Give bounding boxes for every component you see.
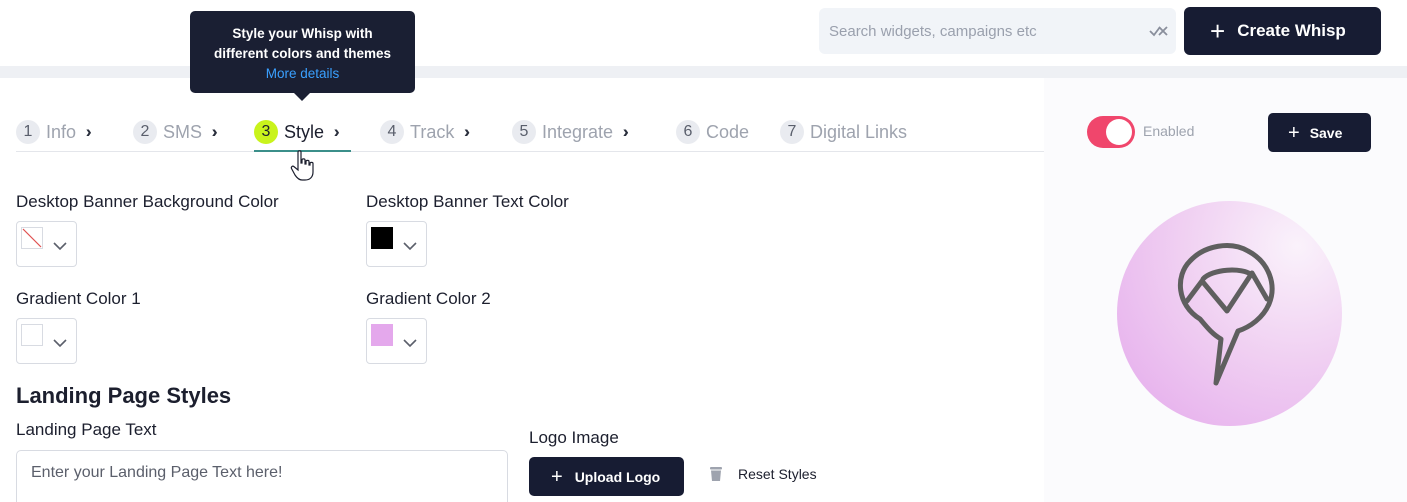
- tab-style[interactable]: 3 Style ››: [254, 118, 340, 146]
- upload-logo-label: Upload Logo: [574, 468, 661, 485]
- step-number: 7: [780, 120, 804, 144]
- tooltip-line-2: different colors and themes: [213, 46, 392, 61]
- gradient-color-1-picker[interactable]: [16, 318, 77, 364]
- search-box: [819, 8, 1176, 54]
- desktop-bg-color-picker[interactable]: [16, 221, 77, 267]
- tab-integrate[interactable]: 5 Integrate ››: [512, 118, 629, 146]
- desktop-text-color-picker[interactable]: [366, 221, 427, 267]
- step-label: Style: [284, 121, 325, 142]
- step-label: Code: [706, 121, 750, 142]
- color-swatch: [371, 324, 393, 346]
- step-number: 6: [676, 120, 700, 144]
- landing-page-text-input[interactable]: [16, 450, 508, 502]
- step-tabs: 1 Info ›› 2 SMS ›› 3 Style ›› 4 Track ››…: [16, 118, 1044, 152]
- step-label: Digital Links: [810, 121, 908, 142]
- plus-icon: +: [1210, 16, 1226, 46]
- landing-page-text-label: Landing Page Text: [16, 420, 157, 439]
- step-label: Track: [410, 121, 455, 142]
- step-number: 2: [133, 120, 157, 144]
- more-details-link[interactable]: More details: [190, 64, 415, 84]
- save-button[interactable]: + Save: [1268, 113, 1371, 152]
- step-label: Integrate: [542, 121, 614, 142]
- tab-digital-links[interactable]: 7 Digital Links: [780, 118, 907, 146]
- enabled-label: Enabled: [1143, 123, 1195, 139]
- landing-page-styles-heading: Landing Page Styles: [16, 383, 232, 408]
- chevron-down-icon: [53, 238, 67, 251]
- no-color-swatch-icon: [21, 227, 43, 249]
- reset-styles-button[interactable]: Reset Styles: [709, 466, 817, 482]
- plus-icon: +: [1288, 121, 1300, 144]
- tab-sms[interactable]: 2 SMS ››: [133, 118, 218, 146]
- chevron-down-icon: [403, 238, 417, 251]
- enabled-toggle[interactable]: [1087, 116, 1135, 148]
- trash-icon: [709, 466, 723, 482]
- tab-code[interactable]: 6 Code: [676, 118, 749, 146]
- color-swatch: [371, 227, 393, 249]
- whisp-logo-icon: [1177, 243, 1275, 386]
- save-label: Save: [1309, 124, 1343, 141]
- step-number: 1: [16, 120, 40, 144]
- close-icon[interactable]: [1148, 22, 1168, 40]
- upload-logo-button[interactable]: + Upload Logo: [529, 457, 684, 496]
- step-number: 4: [380, 120, 404, 144]
- whisp-preview-bubble: [1117, 201, 1342, 426]
- plus-icon: +: [551, 465, 563, 488]
- color-swatch: [21, 324, 43, 346]
- style-tooltip: Style your Whisp with different colors a…: [190, 11, 415, 101]
- step-label: SMS: [163, 121, 203, 142]
- create-whisp-button[interactable]: + Create Whisp: [1184, 7, 1381, 55]
- step-number: 5: [512, 120, 536, 144]
- create-whisp-label: Create Whisp: [1237, 21, 1346, 40]
- gradient-color-1-label: Gradient Color 1: [16, 289, 141, 308]
- step-number: 3: [254, 120, 278, 144]
- tooltip-line-1: Style your Whisp with: [232, 26, 373, 41]
- search-input[interactable]: [819, 8, 1139, 54]
- desktop-bg-color-label: Desktop Banner Background Color: [16, 192, 279, 211]
- chevron-down-icon: [53, 335, 67, 348]
- tab-track[interactable]: 4 Track ››: [380, 118, 470, 146]
- reset-styles-label: Reset Styles: [738, 466, 817, 482]
- chevron-down-icon: [403, 335, 417, 348]
- gradient-color-2-picker[interactable]: [366, 318, 427, 364]
- gradient-color-2-label: Gradient Color 2: [366, 289, 491, 308]
- hand-cursor-icon: [290, 150, 316, 182]
- desktop-text-color-label: Desktop Banner Text Color: [366, 192, 569, 211]
- step-label: Info: [46, 121, 77, 142]
- tab-info[interactable]: 1 Info ››: [16, 118, 92, 146]
- logo-image-label: Logo Image: [529, 428, 619, 447]
